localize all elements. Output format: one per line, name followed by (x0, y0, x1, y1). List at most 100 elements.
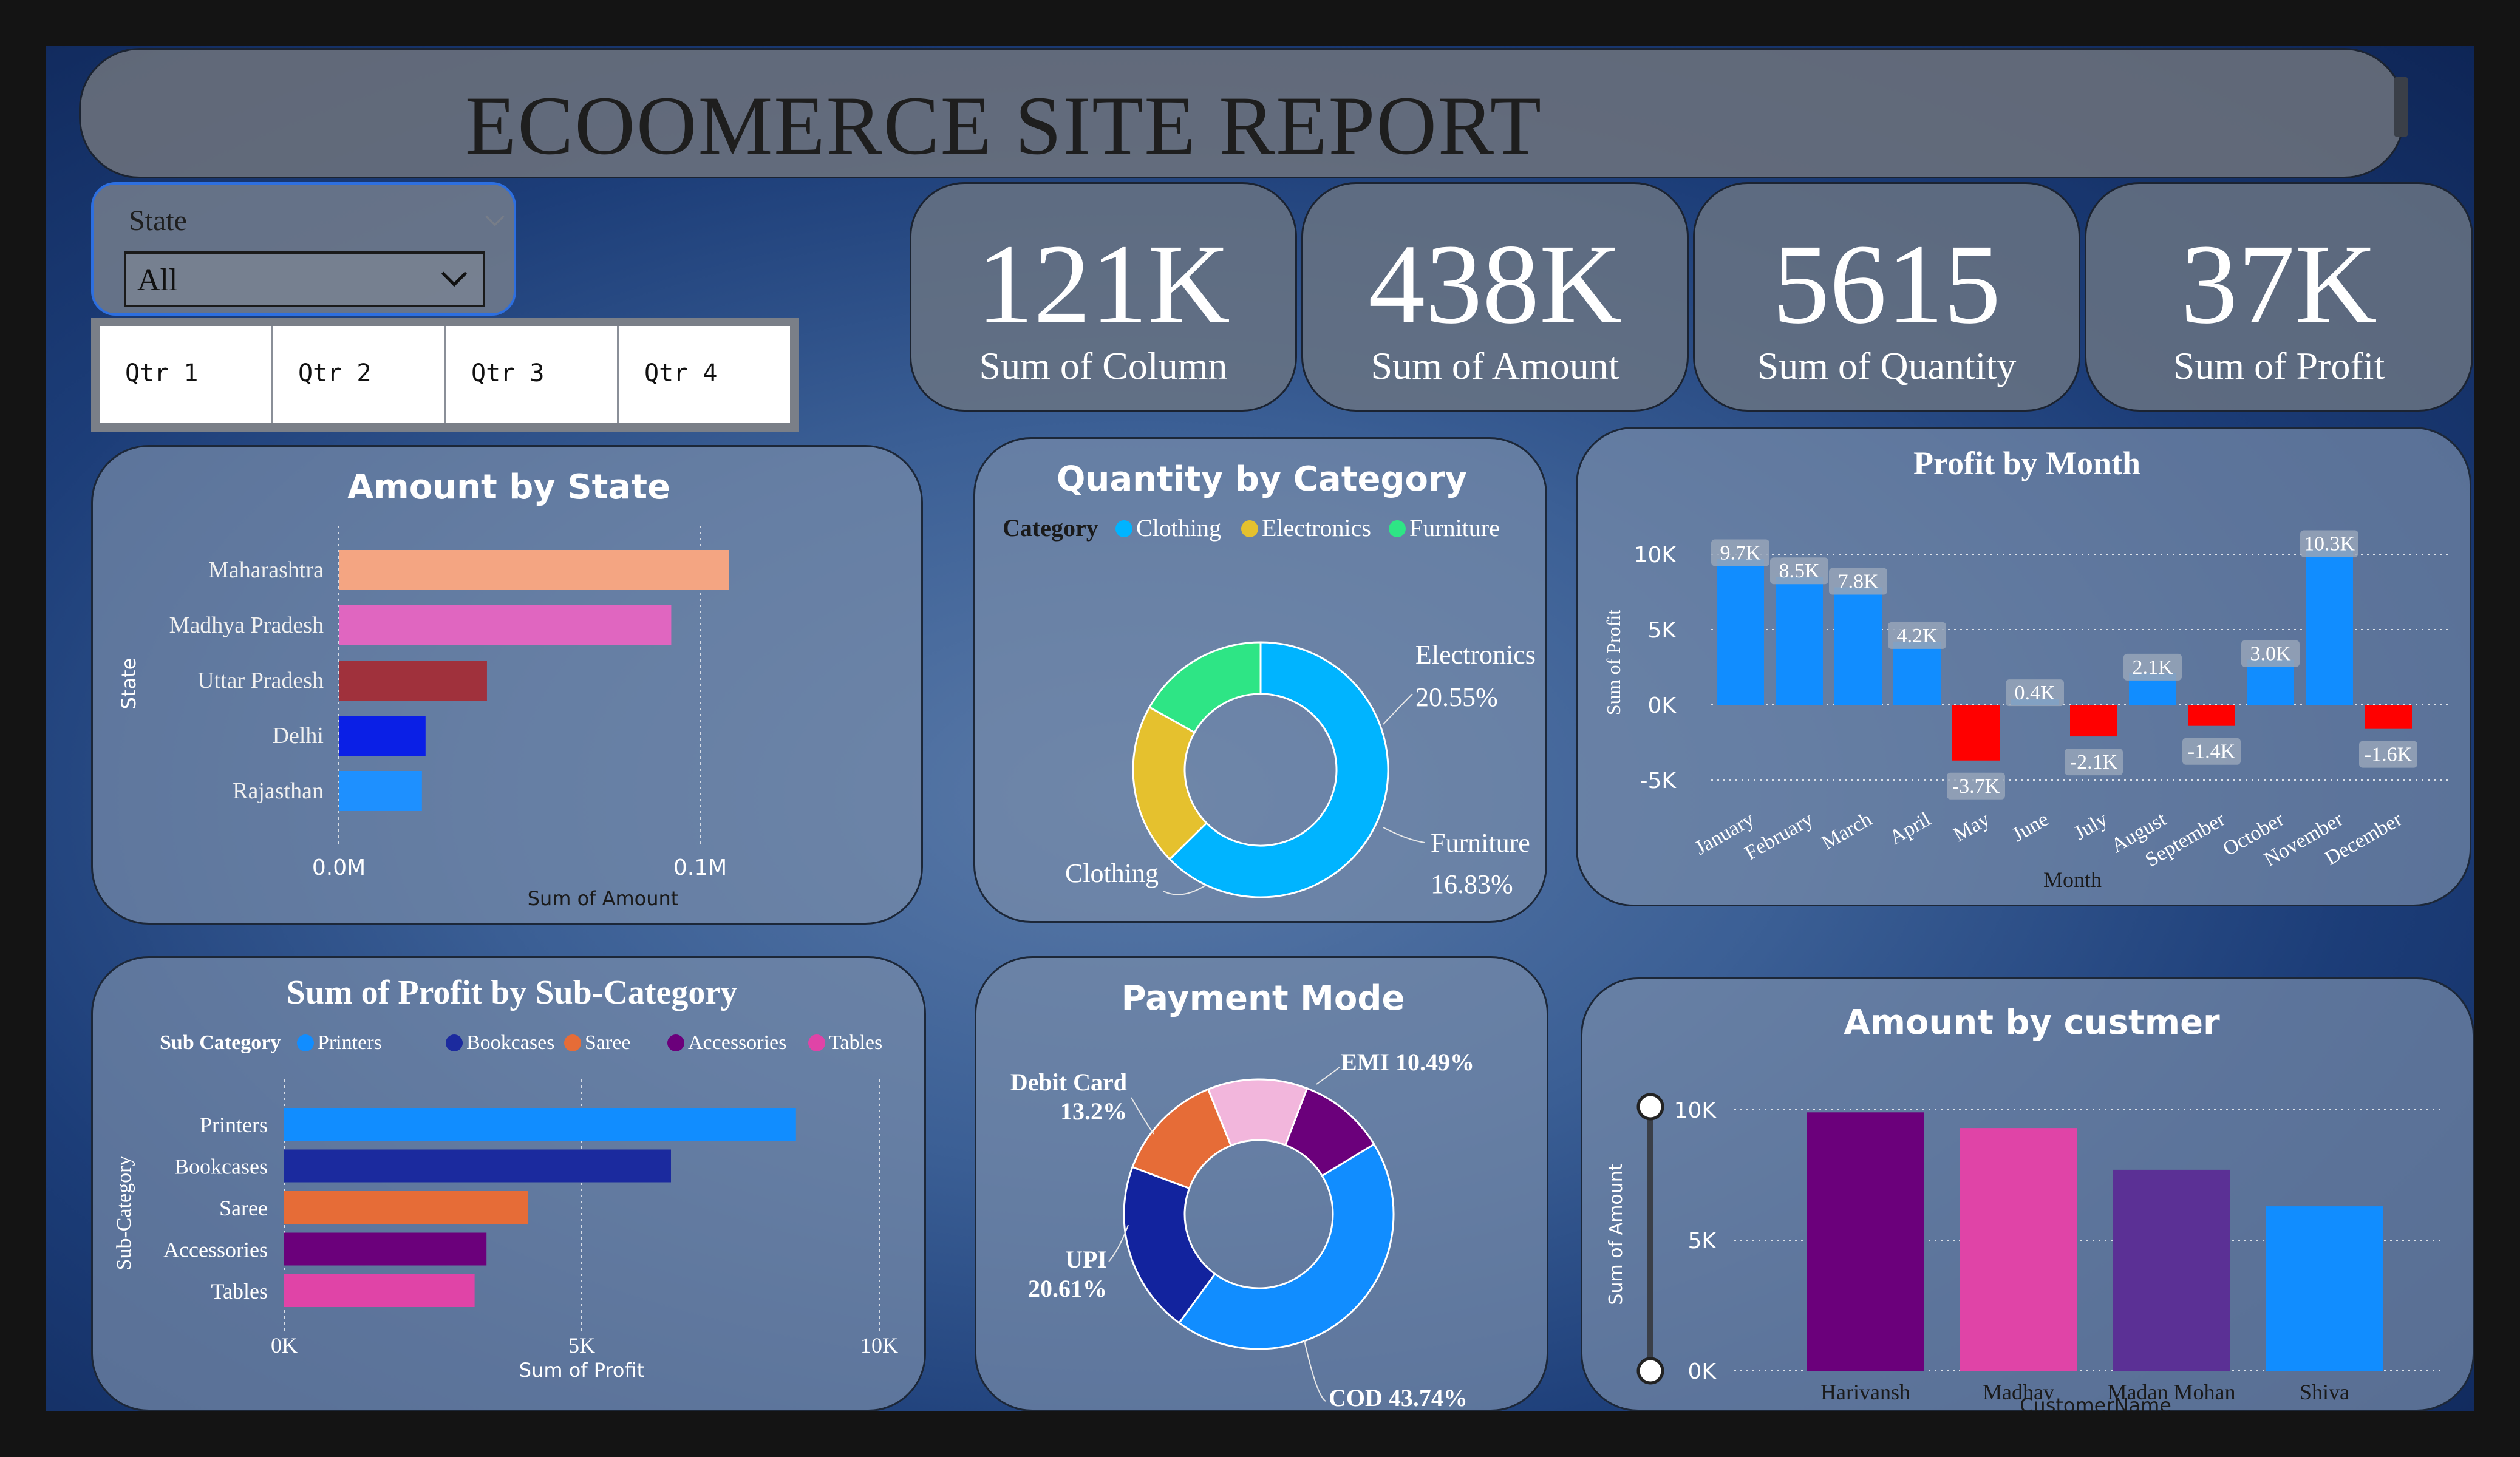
slice-category-label: Clothing (1065, 858, 1159, 888)
bar (339, 661, 487, 701)
bar (2306, 549, 2353, 705)
legend-title: Sub Category (160, 1031, 281, 1054)
data-label: 8.5K (1779, 560, 1820, 582)
scroll-indicator[interactable] (2394, 77, 2408, 137)
x-tick-label: 0.1M (673, 855, 727, 880)
legend-label: Clothing (1136, 514, 1221, 542)
kpi-value: 5615 (1773, 220, 2001, 347)
chart-title: Sum of Profit by Sub-Category (287, 974, 738, 1011)
bar (339, 771, 422, 811)
legend-label: Accessories (688, 1031, 786, 1054)
data-label: -3.7K (1952, 775, 2000, 798)
amount-by-state-chart: Amount by State 0.0M 0.1M Maharashtra Madhya… (117, 467, 729, 910)
legend-label: Tables (829, 1031, 882, 1054)
chart-title: Amount by State (347, 467, 670, 507)
leader-line (1383, 827, 1425, 843)
slice-value-label: 62.62% (1071, 919, 1153, 925)
kpi-value: 37K (2181, 220, 2377, 347)
payment-slice (1177, 1143, 1395, 1350)
chart-title: Quantity by Category (1057, 460, 1467, 499)
y-axis-label: Sum of Amount (1606, 1163, 1627, 1305)
payment-mode-chart: Payment Mode EMI 10.49% COD 43.74% UPI20.61… (1010, 979, 1474, 1411)
quarter-button[interactable]: Qtr 4 (617, 326, 790, 423)
data-label: 7.8K (1837, 571, 1879, 593)
y-tick-label: -5K (1640, 769, 1677, 793)
leader-line (1131, 1097, 1154, 1135)
slice-label: 20.61% (1028, 1275, 1107, 1302)
bar (2266, 1206, 2383, 1371)
data-label: 0.4K (2014, 682, 2055, 704)
y-tick-label: Bookcases (174, 1155, 268, 1179)
leader-line (1383, 693, 1413, 725)
legend-marker (297, 1034, 314, 1051)
y-tick-label: Accessories (163, 1238, 268, 1262)
chevron-down-icon[interactable] (485, 207, 505, 226)
quarter-button[interactable]: Qtr 2 (271, 326, 444, 423)
x-axis-label: Sum of Profit (519, 1359, 644, 1382)
amount-by-customer-panel: Amount by custmer 10K 5K 0K Harivansh Madhav M… (1581, 977, 2474, 1411)
profit-by-month-panel: Profit by Month 10K 5K 0K -5K 9.7K January 8.5K… (1576, 427, 2471, 906)
y-axis-label: Sub-Category (113, 1156, 135, 1271)
chevron-down-icon (441, 260, 468, 287)
slice-category-label: Electronics (1415, 640, 1536, 670)
slice-value-label: 16.83% (1431, 869, 1513, 899)
slice-category-label: Furniture (1431, 828, 1530, 858)
kpi-value: 438K (1368, 220, 1622, 347)
y-tick-label: Rajasthan (233, 778, 324, 804)
y-tick-label: 0K (1687, 1359, 1717, 1384)
chart-title: Payment Mode (1122, 979, 1405, 1018)
kpi-label: Sum of Quantity (1757, 344, 2017, 387)
state-dropdown[interactable]: All (124, 251, 485, 307)
kpi-card-sum-of-amount: 438K Sum of Amount (1301, 182, 1689, 412)
slice-label: 13.2% (1060, 1098, 1127, 1125)
kpi-card-sum-of-column: 121K Sum of Column (910, 182, 1297, 412)
data-label: -2.1K (2070, 751, 2118, 773)
quantity-by-category-panel: Quantity by Category Category Clothing Elec… (973, 437, 1547, 949)
y-axis-label: Sum of Profit (1602, 610, 1624, 715)
kpi-card-sum-of-quantity: 5615 Sum of Quantity (1693, 182, 2080, 412)
kpi-label: Sum of Column (979, 344, 1228, 387)
state-slicer: State All (91, 182, 516, 316)
x-tick-label: February (1741, 808, 1817, 864)
legend-label: Bookcases (466, 1031, 554, 1054)
legend-marker (808, 1034, 825, 1051)
y-tick-label: Tables (211, 1279, 268, 1303)
x-tick-label: 0.0M (312, 855, 366, 880)
kpi-value: 121K (976, 220, 1230, 347)
data-label: 9.7K (1720, 542, 1761, 564)
bar (1717, 559, 1764, 705)
y-axis-label: State (117, 658, 140, 710)
bar (339, 716, 426, 756)
bar (1952, 705, 2000, 761)
legend-label: Furniture (1409, 514, 1500, 542)
report-title-bar: ECOOMERCE SITE REPORT (79, 48, 2408, 178)
bar (339, 550, 729, 590)
x-tick-label: 5K (568, 1333, 595, 1357)
bar (1807, 1112, 1924, 1371)
x-tick-label: 0K (271, 1333, 298, 1357)
legend-marker (1115, 520, 1132, 537)
quarter-button[interactable]: Qtr 1 (100, 326, 271, 423)
bar (284, 1108, 796, 1141)
bar (2365, 705, 2412, 729)
x-tick-label: June (2009, 808, 2052, 846)
x-tick-label: May (1950, 808, 1994, 846)
range-slider-handle[interactable] (1636, 1093, 1664, 1121)
state-dropdown-value: All (137, 263, 178, 297)
legend-marker (564, 1034, 581, 1051)
x-axis-label: CustomerName (2020, 1394, 2171, 1411)
slice-label: EMI 10.49% (1341, 1048, 1474, 1076)
legend-marker (667, 1034, 684, 1051)
profit-by-subcategory-chart: Sum of Profit by Sub-Category Sub Categor… (113, 974, 898, 1382)
y-tick-label: Printers (200, 1113, 268, 1137)
bar (284, 1274, 475, 1307)
x-axis-label: Sum of Amount (528, 887, 679, 910)
kpi-card-sum-of-profit: 37K Sum of Profit (2085, 182, 2473, 412)
legend-label: Electronics (1262, 514, 1371, 542)
bar (339, 605, 672, 645)
x-tick-label: March (1818, 808, 1876, 854)
x-tick-label: Harivansh (1820, 1380, 1910, 1404)
quarter-button[interactable]: Qtr 3 (444, 326, 617, 423)
y-tick-label: Maharashtra (208, 557, 324, 583)
range-slider-handle[interactable] (1636, 1357, 1664, 1385)
